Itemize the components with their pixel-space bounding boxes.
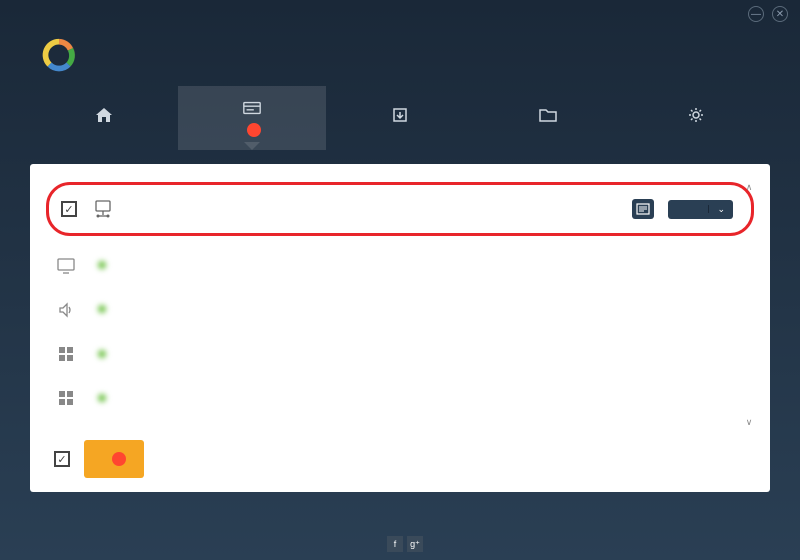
scroll-down-icon[interactable]: ∨	[744, 417, 754, 428]
audio-device-icon	[54, 298, 78, 322]
display-device-icon	[54, 254, 78, 278]
row-checkbox[interactable]	[61, 201, 77, 217]
updates-icon	[242, 99, 262, 117]
minimize-button[interactable]: —	[748, 6, 764, 22]
driver-row	[44, 288, 756, 332]
main-nav	[0, 86, 800, 150]
system-device-icon	[54, 386, 78, 410]
status-dot-icon	[98, 350, 106, 358]
footer: f g⁺	[0, 536, 800, 552]
app-logo-icon	[40, 36, 78, 74]
select-all-checkbox[interactable]	[54, 451, 70, 467]
nav-driver-updates[interactable]	[178, 86, 326, 150]
driver-row-highlighted: ⌄	[46, 182, 754, 236]
update-button[interactable]: ⌄	[668, 200, 733, 219]
facebook-icon[interactable]: f	[387, 536, 403, 552]
googleplus-icon[interactable]: g⁺	[407, 536, 423, 552]
update-button-label	[668, 205, 709, 213]
row-text	[129, 208, 618, 210]
nav-home[interactable]	[30, 86, 178, 150]
driver-row	[44, 376, 756, 420]
content-panel: ∧ ∨ ⌄	[30, 164, 770, 492]
chevron-down-icon[interactable]: ⌄	[709, 200, 733, 219]
social-links: f g⁺	[387, 536, 423, 552]
status-dot-icon	[98, 394, 106, 402]
download-install-button[interactable]	[84, 440, 144, 478]
nav-settings[interactable]	[622, 86, 770, 150]
download-badge	[112, 452, 126, 466]
backup-icon	[390, 106, 410, 124]
header	[0, 28, 800, 86]
nav-restore[interactable]	[474, 86, 622, 150]
driver-row	[44, 332, 756, 376]
home-icon	[94, 106, 114, 124]
status-dot-icon	[98, 261, 106, 269]
network-device-icon	[91, 197, 115, 221]
system-device-icon	[54, 342, 78, 366]
restore-icon	[538, 106, 558, 124]
nav-backup[interactable]	[326, 86, 474, 150]
info-button[interactable]	[632, 199, 654, 219]
updates-badge	[247, 123, 261, 137]
scroll-up-icon[interactable]: ∧	[744, 182, 754, 193]
driver-row	[44, 244, 756, 288]
scrollbar[interactable]: ∧ ∨	[744, 182, 754, 428]
close-button[interactable]: ✕	[772, 6, 788, 22]
titlebar: — ✕	[0, 0, 800, 28]
status-dot-icon	[98, 305, 106, 313]
list-footer	[44, 428, 756, 478]
gear-icon	[686, 106, 706, 124]
driver-list: ∧ ∨ ⌄	[44, 182, 756, 428]
